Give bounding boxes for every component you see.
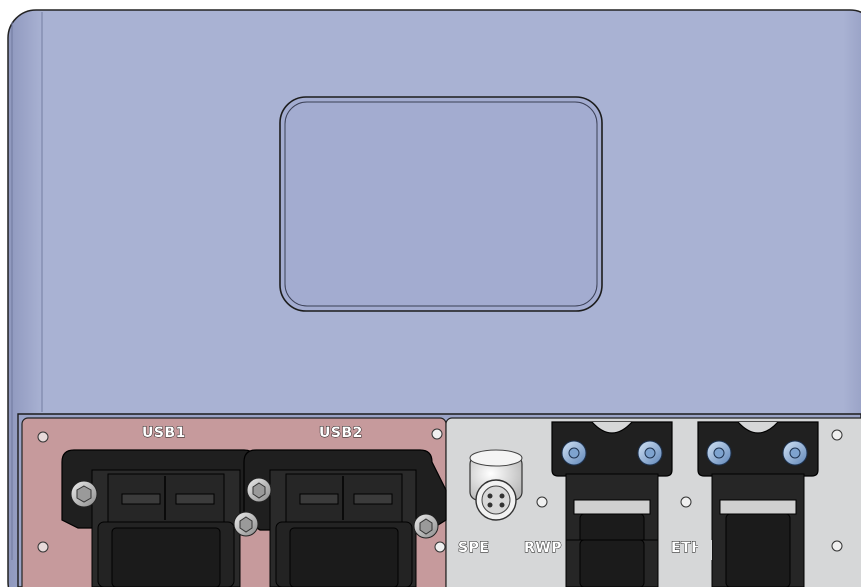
screw-icon bbox=[782, 440, 808, 466]
screw-icon bbox=[233, 511, 259, 537]
device-drawing: USB1 USB2 SPE RWP ETH bbox=[7, 9, 861, 587]
eth-label-mask bbox=[698, 540, 712, 560]
rwp-label: RWP bbox=[524, 540, 562, 556]
spe-label: SPE bbox=[458, 540, 489, 556]
screw-icon bbox=[413, 513, 439, 539]
screw-icon bbox=[70, 480, 98, 508]
display-window bbox=[279, 96, 603, 312]
screw-icon bbox=[561, 440, 587, 466]
usb1-label: USB1 bbox=[142, 425, 186, 441]
usb2-label: USB2 bbox=[319, 425, 363, 441]
rwp-connector-latch bbox=[579, 539, 645, 587]
screw-icon bbox=[706, 440, 732, 466]
eth-connector bbox=[697, 421, 819, 587]
spe-connector bbox=[469, 449, 523, 521]
screw-icon bbox=[637, 440, 663, 466]
screw-icon bbox=[246, 477, 272, 503]
